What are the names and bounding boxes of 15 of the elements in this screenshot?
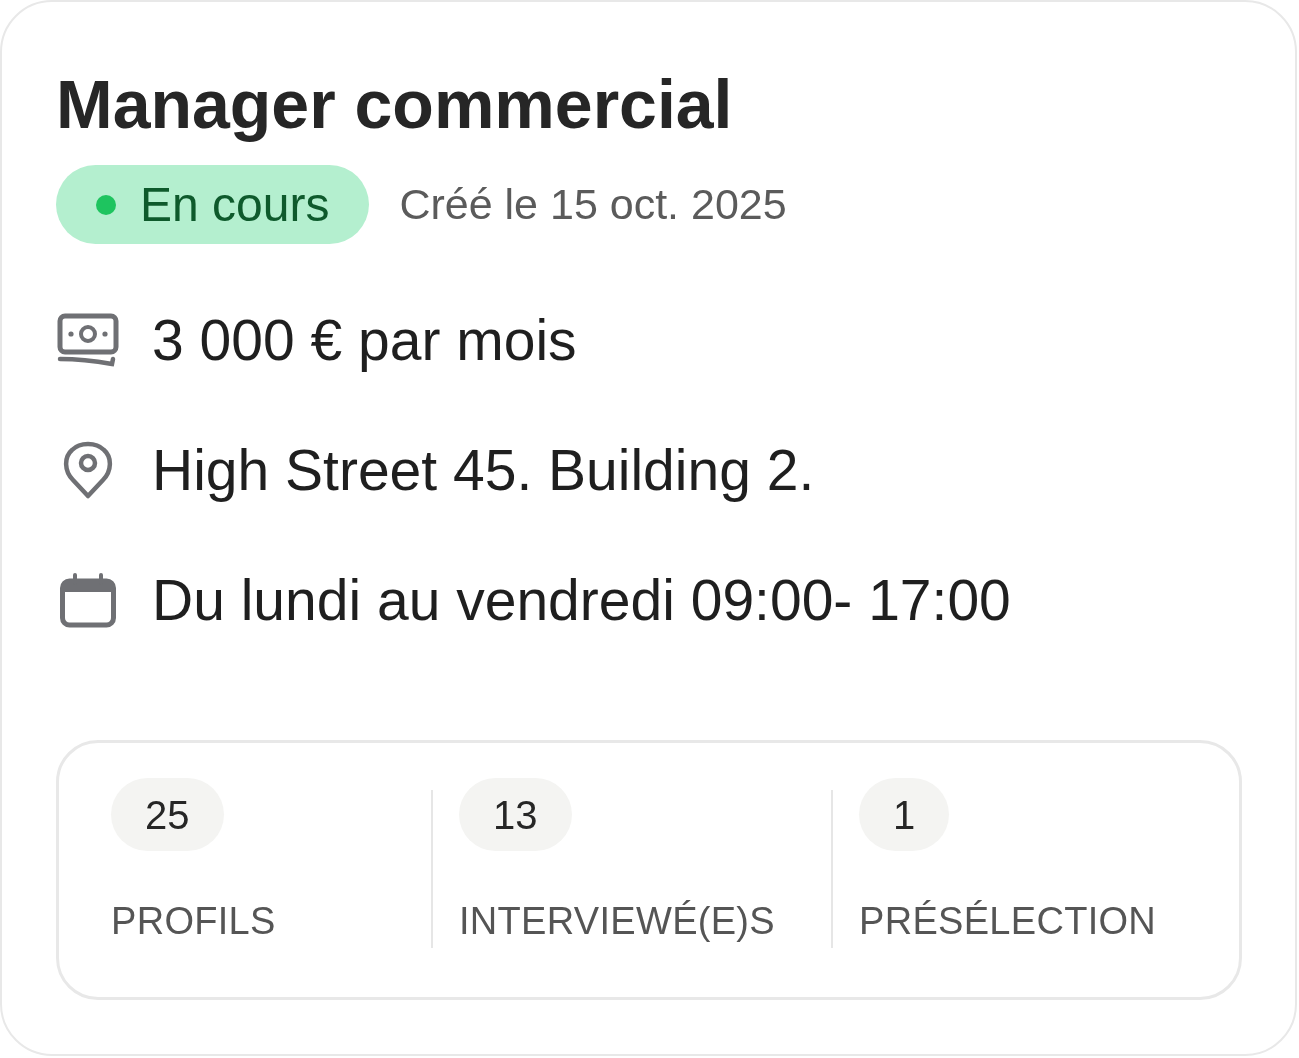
location-text: High Street 45. Building 2. xyxy=(152,436,815,504)
count-badge: 13 xyxy=(459,778,572,851)
calendar-icon xyxy=(60,572,116,628)
status-label: En cours xyxy=(140,180,330,229)
stat-label: INTERVIEWÉ(E)S xyxy=(459,899,776,944)
status-dot-icon xyxy=(96,194,116,215)
stat-label: PROFILS xyxy=(111,899,277,944)
schedule-text: Du lundi au vendredi 09:00- 17:00 xyxy=(152,566,1011,634)
stat-label: PRÉSÉLECTION xyxy=(859,899,1158,944)
count-badge: 25 xyxy=(111,778,224,851)
salary-text: 3 000 € par mois xyxy=(152,306,577,374)
map-pin-icon xyxy=(63,441,113,499)
created-date: Créé le 15 oct. 2025 xyxy=(399,178,787,230)
banknote-icon xyxy=(57,313,119,367)
count-badge: 1 xyxy=(859,778,950,851)
